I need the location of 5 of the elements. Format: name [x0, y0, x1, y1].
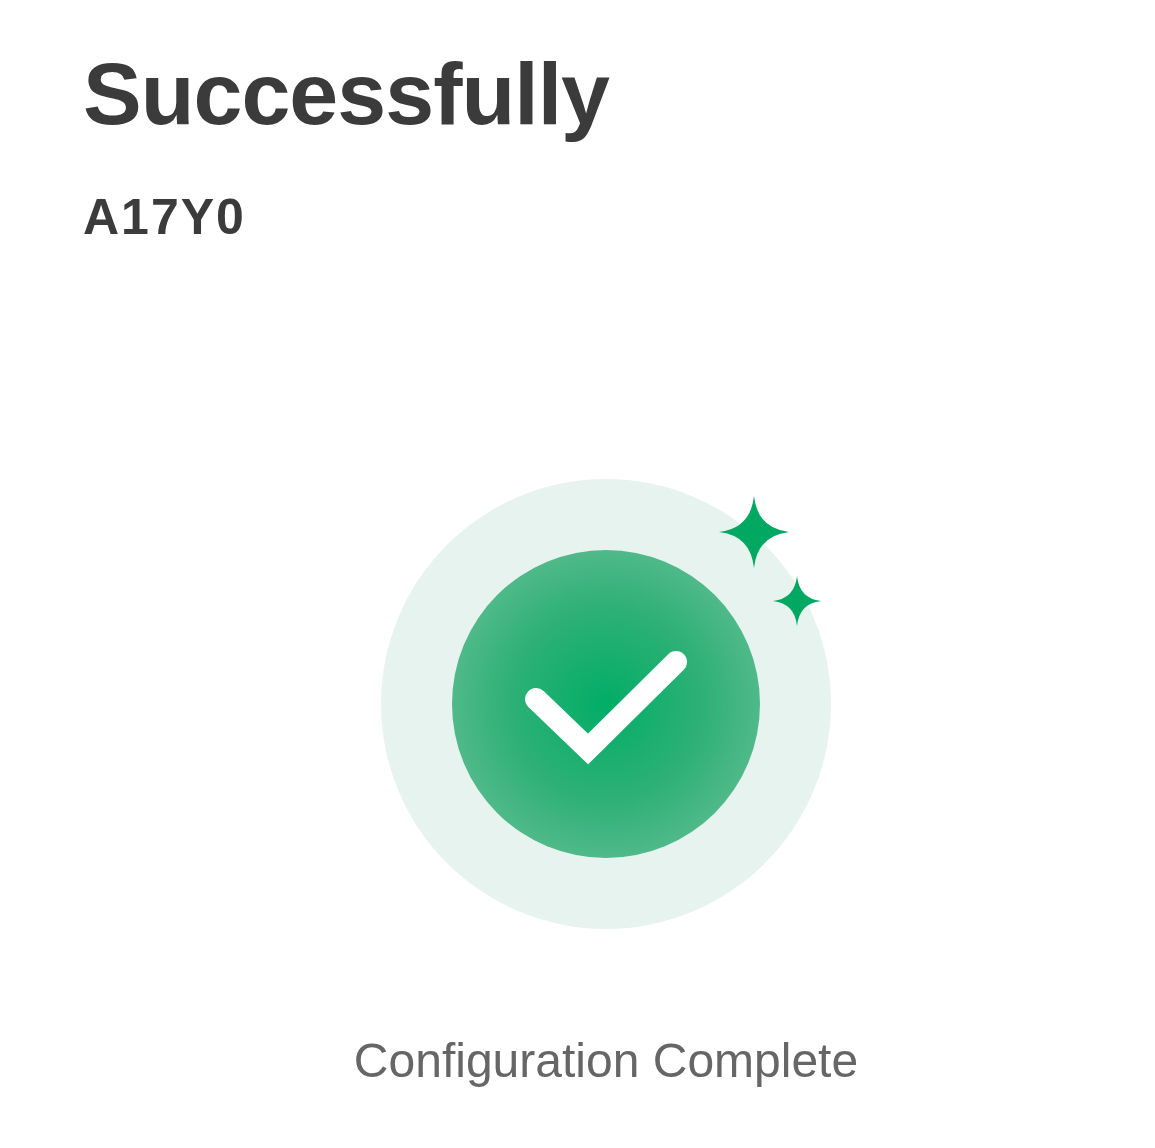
device-name: A17Y0	[83, 192, 246, 242]
sparkle-icon	[719, 496, 789, 568]
status-message: Configuration Complete	[353, 1037, 859, 1085]
sparkle-icon	[773, 576, 821, 626]
check-icon	[525, 651, 687, 765]
